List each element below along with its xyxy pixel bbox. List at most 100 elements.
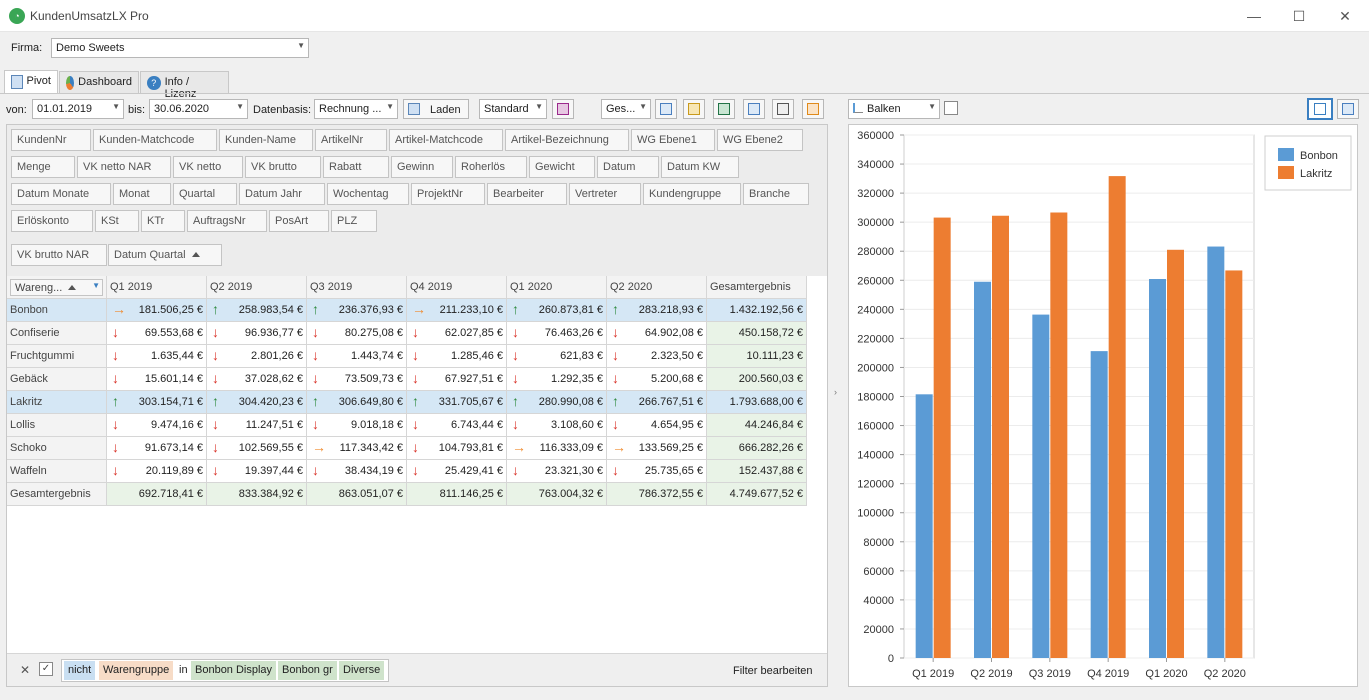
value-cell[interactable]: ↓ 2.801,26 € (207, 345, 307, 368)
pivot-field-button[interactable]: Monat (113, 183, 171, 205)
value-cell[interactable]: → 117.343,42 € (307, 437, 407, 460)
row-total-cell[interactable]: 152.437,88 € (707, 460, 807, 483)
value-cell[interactable]: ↓ 104.793,81 € (407, 437, 507, 460)
von-date-input[interactable]: 01.01.2019 ▼ (32, 99, 124, 119)
value-cell[interactable]: ↓ 6.743,44 € (407, 414, 507, 437)
pivot-field-button[interactable]: Datum KW (661, 156, 739, 178)
pivot-field-button[interactable]: WG Ebene1 (631, 129, 715, 151)
pivot-field-button[interactable]: PLZ (331, 210, 377, 232)
value-cell[interactable]: ↓ 9.018,18 € (307, 414, 407, 437)
value-cell[interactable]: ↑ 304.420,23 € (207, 391, 307, 414)
value-cell[interactable]: ↑ 266.767,51 € (607, 391, 707, 414)
print-chart-button[interactable] (1337, 99, 1359, 119)
pivot-field-button[interactable]: VK netto NAR (77, 156, 171, 178)
value-cell[interactable]: ↓ 1.292,35 € (507, 368, 607, 391)
value-cell[interactable]: ↓ 5.200,68 € (607, 368, 707, 391)
row-total-cell[interactable]: 200.560,03 € (707, 368, 807, 391)
filter-icon[interactable]: ▼ (92, 281, 100, 290)
row-field-header[interactable]: Wareng... ▼ (7, 276, 107, 299)
column-total-cell[interactable]: 863.051,07 € (307, 483, 407, 506)
row-header[interactable]: Gebäck (7, 368, 107, 391)
tab-dashboard[interactable]: Dashboard (59, 71, 139, 93)
column-header[interactable]: Q2 2020 (607, 276, 707, 299)
layout-select[interactable]: Standard ▼ (479, 99, 547, 119)
pivot-field-button[interactable]: Gewicht (529, 156, 595, 178)
chart-type-select[interactable]: Balken ▼ (848, 99, 940, 119)
column-total-cell[interactable]: 833.384,92 € (207, 483, 307, 506)
laden-button[interactable]: Laden (403, 99, 469, 119)
pivot-field-button[interactable]: VK netto (173, 156, 243, 178)
column-total-cell[interactable]: 763.004,32 € (507, 483, 607, 506)
splitter-handle[interactable]: › (834, 387, 837, 397)
pivot-field-button[interactable]: Rabatt (323, 156, 389, 178)
value-cell[interactable]: → 181.506,25 € (107, 299, 207, 322)
pivot-field-button[interactable]: Artikel-Matchcode (389, 129, 503, 151)
filter-not-tag[interactable]: nicht (64, 661, 96, 680)
column-header[interactable]: Gesamtergebnis (707, 276, 807, 299)
value-cell[interactable]: ↓ 23.321,30 € (507, 460, 607, 483)
field-list-button[interactable] (655, 99, 677, 119)
value-cell[interactable]: ↓ 4.654,95 € (607, 414, 707, 437)
filter-field-tag[interactable]: Warengruppe (99, 661, 174, 680)
row-header[interactable]: Confiserie (7, 322, 107, 345)
pivot-field-button[interactable]: VK brutto (245, 156, 321, 178)
value-cell[interactable]: ↑ 306.649,80 € (307, 391, 407, 414)
value-cell[interactable]: ↓ 15.601,14 € (107, 368, 207, 391)
column-header[interactable]: Q4 2019 (407, 276, 507, 299)
tab-info-lizenz[interactable]: ? Info / Lizenz (140, 71, 229, 100)
value-cell[interactable]: ↑ 303.154,71 € (107, 391, 207, 414)
chart-options-button[interactable] (802, 99, 824, 119)
value-cell[interactable]: ↑ 236.376,93 € (307, 299, 407, 322)
pivot-field-button[interactable]: Branche (743, 183, 809, 205)
clear-filter-icon[interactable]: ✕ (20, 663, 30, 677)
pivot-field-button[interactable]: Datum Jahr (239, 183, 325, 205)
value-cell[interactable]: ↓ 73.509,73 € (307, 368, 407, 391)
grand-total-header[interactable]: Gesamtergebnis (7, 483, 107, 506)
pivot-field-button[interactable]: Kunden-Name (219, 129, 313, 151)
value-cell[interactable]: ↓ 9.474,16 € (107, 414, 207, 437)
row-total-cell[interactable]: 10.111,23 € (707, 345, 807, 368)
edit-filter-link[interactable]: Filter bearbeiten (733, 665, 813, 677)
firma-select[interactable]: Demo Sweets ▼ (51, 38, 309, 58)
row-header[interactable]: Schoko (7, 437, 107, 460)
value-cell[interactable]: ↓ 1.635,44 € (107, 345, 207, 368)
column-total-cell[interactable]: 786.372,55 € (607, 483, 707, 506)
tab-pivot[interactable]: Pivot (4, 70, 58, 94)
value-cell[interactable]: → 116.333,09 € (507, 437, 607, 460)
value-cell[interactable]: ↓ 19.397,44 € (207, 460, 307, 483)
row-header[interactable]: Fruchtgummi (7, 345, 107, 368)
grand-total-cell[interactable]: 4.749.677,52 € (707, 483, 807, 506)
value-cell[interactable]: → 133.569,25 € (607, 437, 707, 460)
column-header[interactable]: Q2 2019 (207, 276, 307, 299)
datenbasis-select[interactable]: Rechnung ... ▼ (314, 99, 398, 119)
pivot-field-button[interactable]: KTr (141, 210, 185, 232)
save-layout-button[interactable] (552, 99, 574, 119)
preview-button[interactable] (772, 99, 794, 119)
value-cell[interactable]: ↑ 260.873,81 € (507, 299, 607, 322)
maximize-button[interactable]: ☐ (1276, 0, 1322, 32)
row-total-cell[interactable]: 44.246,84 € (707, 414, 807, 437)
value-cell[interactable]: ↓ 96.936,77 € (207, 322, 307, 345)
pivot-field-button[interactable]: KSt (95, 210, 139, 232)
value-cell[interactable]: ↓ 64.902,08 € (607, 322, 707, 345)
pivot-field-button[interactable]: PosArt (269, 210, 329, 232)
row-header[interactable]: Waffeln (7, 460, 107, 483)
pivot-field-button[interactable]: Bearbeiter (487, 183, 567, 205)
bis-date-input[interactable]: 30.06.2020 ▼ (149, 99, 248, 119)
value-cell[interactable]: ↑ 283.218,93 € (607, 299, 707, 322)
value-cell[interactable]: ↓ 38.434,19 € (307, 460, 407, 483)
print-button[interactable] (743, 99, 765, 119)
minimize-button[interactable]: — (1231, 0, 1277, 32)
value-cell[interactable]: ↓ 2.323,50 € (607, 345, 707, 368)
pivot-field-button[interactable]: AuftragsNr (187, 210, 267, 232)
value-cell[interactable]: ↓ 62.027,85 € (407, 322, 507, 345)
value-cell[interactable]: ↓ 1.443,74 € (307, 345, 407, 368)
row-total-cell[interactable]: 1.432.192,56 € (707, 299, 807, 322)
value-cell[interactable]: ↓ 69.553,68 € (107, 322, 207, 345)
pivot-field-button[interactable]: Datum Monate (11, 183, 111, 205)
value-cell[interactable]: ↓ 25.735,65 € (607, 460, 707, 483)
chart-option-checkbox[interactable] (944, 101, 958, 115)
value-cell[interactable]: ↓ 37.028,62 € (207, 368, 307, 391)
filter-button[interactable] (683, 99, 705, 119)
column-header[interactable]: Q1 2019 (107, 276, 207, 299)
